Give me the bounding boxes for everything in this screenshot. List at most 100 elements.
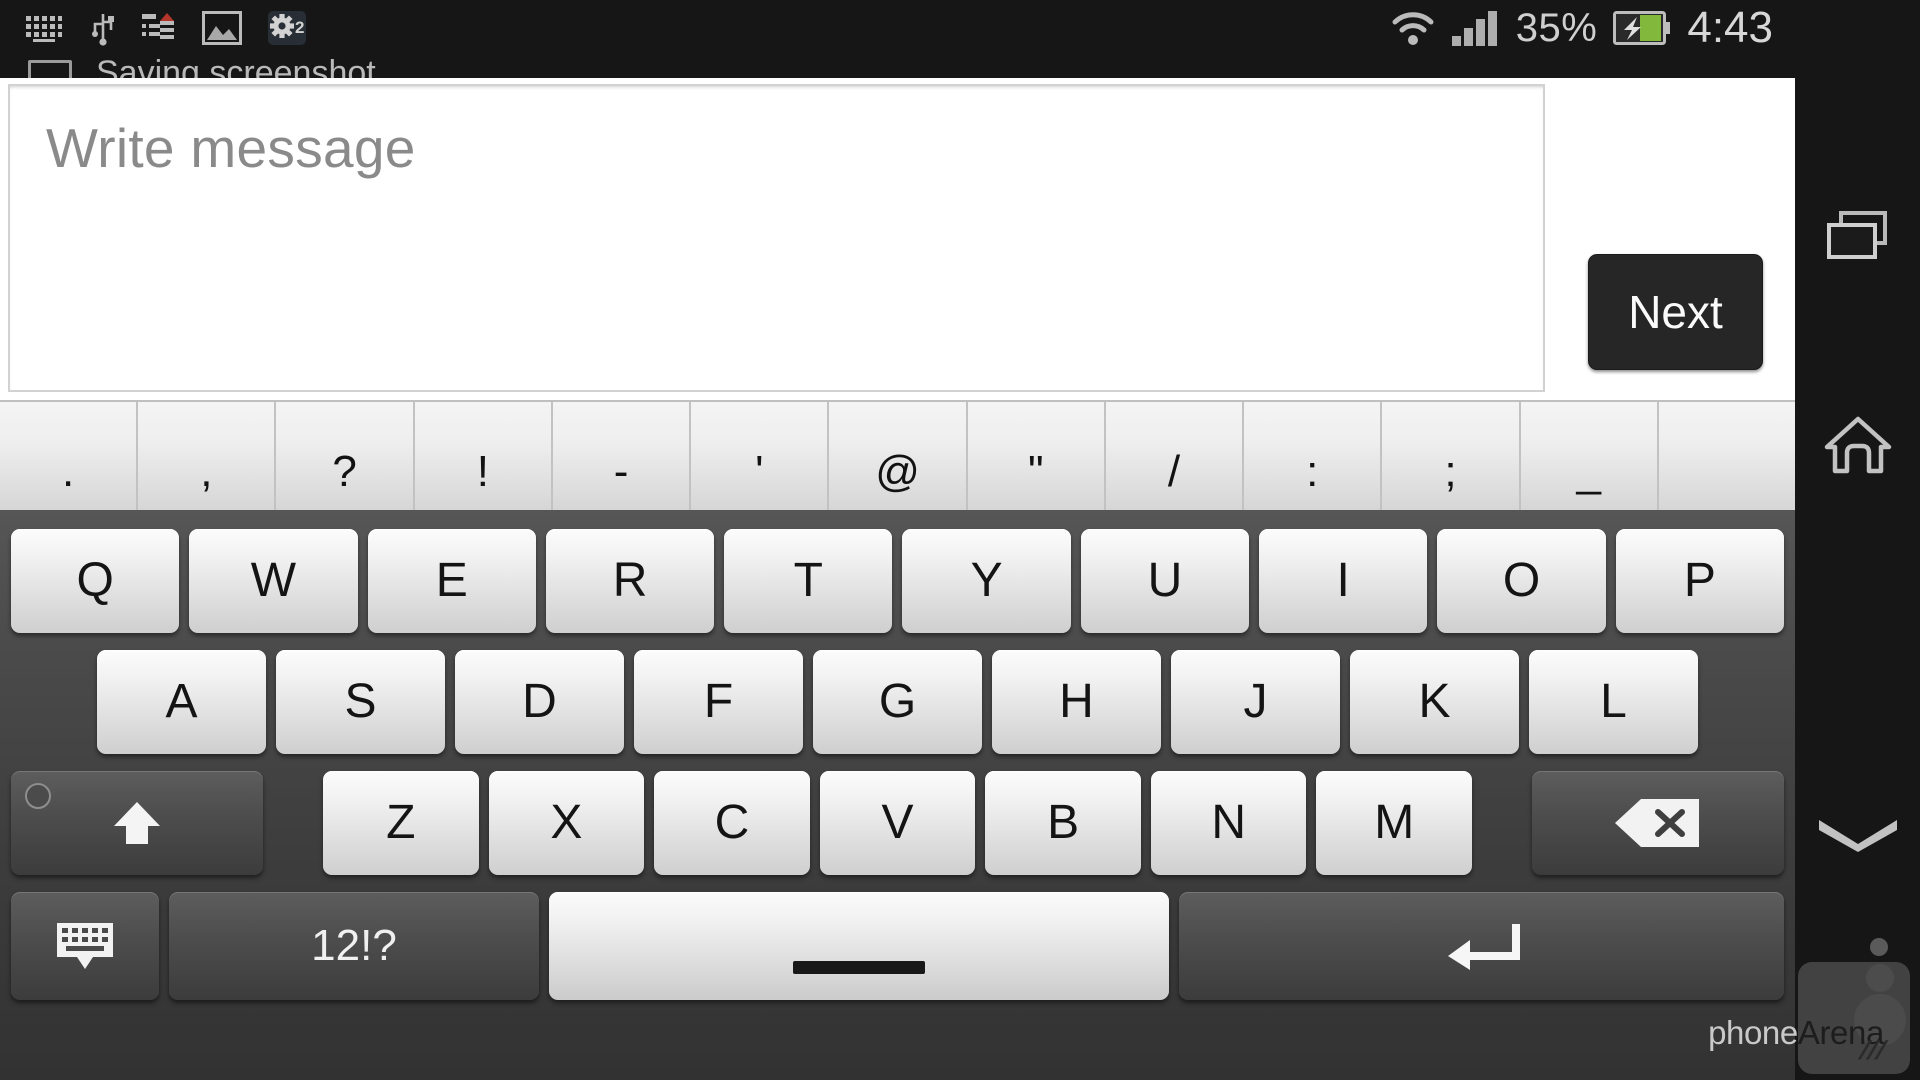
key-u[interactable]: U — [1080, 529, 1250, 633]
punct-key-period[interactable]: . — [0, 402, 139, 510]
punct-key-comma[interactable]: , — [138, 402, 277, 510]
key-label: U — [1147, 554, 1183, 607]
key-y[interactable]: Y — [902, 529, 1071, 633]
spacebar-marker — [793, 960, 925, 974]
keyboard-row-3: Z X C V B N M — [0, 771, 1795, 875]
key-o[interactable]: O — [1437, 529, 1606, 633]
backspace-icon — [1615, 799, 1700, 847]
key-j[interactable]: J — [1171, 650, 1340, 754]
key-k[interactable]: K — [1350, 650, 1519, 754]
recent-apps-button[interactable] — [1795, 172, 1920, 297]
keyboard-row-2: A S D F G H J K L — [0, 650, 1795, 754]
watermark-phone: phone — [1708, 1014, 1798, 1051]
next-button-label: Next — [1628, 286, 1723, 338]
key-b[interactable]: B — [985, 771, 1141, 875]
punct-key-underscore[interactable]: _ — [1521, 402, 1659, 510]
punct-key-hyphen[interactable]: - — [553, 402, 692, 510]
space-key[interactable] — [549, 892, 1169, 1000]
shift-key[interactable] — [11, 771, 263, 875]
phone-screen: 2 35% 4:43 Saving screenshot... Write me… — [0, 0, 1920, 1080]
punct-key-exclamation-mark[interactable]: ! — [415, 402, 553, 510]
image-icon — [202, 11, 242, 45]
back-button[interactable] — [1795, 770, 1920, 895]
key-m[interactable]: M — [1316, 771, 1473, 875]
key-v[interactable]: V — [819, 771, 976, 875]
key-label: L — [1600, 675, 1627, 728]
key-label: B — [1047, 796, 1080, 849]
wifi-icon — [1392, 12, 1434, 45]
punct-label: " — [1027, 447, 1044, 496]
list-upload-icon — [142, 13, 174, 39]
key-q[interactable]: Q — [11, 529, 180, 633]
punct-key-blank[interactable] — [1659, 402, 1795, 510]
key-label: K — [1418, 675, 1451, 728]
symbols-key-label: 12!? — [311, 921, 397, 970]
key-w[interactable]: W — [189, 529, 358, 633]
key-h[interactable]: H — [992, 650, 1161, 754]
key-i[interactable]: I — [1259, 529, 1428, 633]
punct-key-semicolon[interactable]: ; — [1382, 402, 1521, 510]
hide-keyboard-key[interactable] — [11, 892, 159, 1000]
key-f[interactable]: F — [634, 650, 803, 754]
key-s[interactable]: S — [276, 650, 445, 754]
key-n[interactable]: N — [1150, 771, 1307, 875]
key-label: Z — [386, 796, 416, 849]
key-c[interactable]: C — [654, 771, 810, 875]
punct-label: ' — [755, 447, 764, 496]
recent-apps-icon — [1826, 210, 1887, 259]
shift-arrow-up-icon — [114, 802, 160, 844]
key-label: M — [1374, 796, 1415, 849]
key-g[interactable]: G — [813, 650, 982, 754]
key-label: J — [1243, 675, 1268, 728]
on-screen-keyboard: Q W E R T Y U I O P A S D F G H J K L Z … — [0, 510, 1795, 1080]
key-label: E — [435, 554, 468, 607]
symbols-key[interactable]: 12!? — [169, 892, 539, 1000]
punct-key-apostrophe[interactable]: ' — [691, 402, 830, 510]
key-x[interactable]: X — [488, 771, 645, 875]
key-label: T — [793, 554, 823, 607]
shift-indicator-dot — [25, 783, 51, 809]
punct-key-slash[interactable]: / — [1106, 402, 1245, 510]
key-label: Y — [970, 554, 1003, 607]
key-label: H — [1059, 675, 1094, 728]
punct-label: ? — [332, 447, 357, 496]
key-label: F — [703, 675, 734, 728]
key-p[interactable]: P — [1615, 529, 1784, 633]
compose-sheet: Write message Next — [0, 78, 1795, 400]
battery-percent-label: 35% — [1515, 6, 1598, 50]
punct-label: . — [62, 447, 75, 496]
key-e[interactable]: E — [367, 529, 536, 633]
key-a[interactable]: A — [97, 650, 266, 754]
punct-key-at-sign[interactable]: @ — [829, 402, 968, 510]
message-placeholder: Write message — [46, 117, 416, 179]
home-icon — [1824, 416, 1891, 473]
key-z[interactable]: Z — [323, 771, 479, 875]
punct-label: ! — [476, 447, 489, 496]
message-input[interactable]: Write message — [8, 84, 1545, 392]
key-label: D — [522, 675, 557, 728]
key-label: C — [714, 796, 750, 849]
key-label: N — [1211, 796, 1247, 849]
punct-label: _ — [1576, 447, 1601, 496]
watermark-dot-small — [1870, 938, 1888, 956]
punct-key-question-mark[interactable]: ? — [276, 402, 415, 510]
battery-charging-icon — [1613, 11, 1671, 45]
enter-key[interactable] — [1179, 892, 1784, 1000]
home-button[interactable] — [1795, 382, 1920, 507]
punct-label: @ — [875, 447, 920, 496]
enter-return-icon — [1447, 924, 1520, 970]
key-r[interactable]: R — [545, 529, 715, 633]
next-button[interactable]: Next — [1588, 254, 1763, 370]
status-bar-left-icons: 2 — [24, 0, 306, 56]
punct-label: / — [1167, 447, 1181, 496]
backspace-key[interactable] — [1532, 771, 1785, 875]
key-l[interactable]: L — [1529, 650, 1698, 754]
key-t[interactable]: T — [724, 529, 893, 633]
key-label: I — [1336, 554, 1350, 607]
key-label: P — [1683, 554, 1716, 607]
keyboard-row-4: 12!? — [0, 892, 1795, 1000]
punct-key-colon[interactable]: : — [1244, 402, 1383, 510]
key-d[interactable]: D — [455, 650, 624, 754]
punct-key-double-quote[interactable]: " — [968, 402, 1106, 510]
key-label: V — [881, 796, 914, 849]
